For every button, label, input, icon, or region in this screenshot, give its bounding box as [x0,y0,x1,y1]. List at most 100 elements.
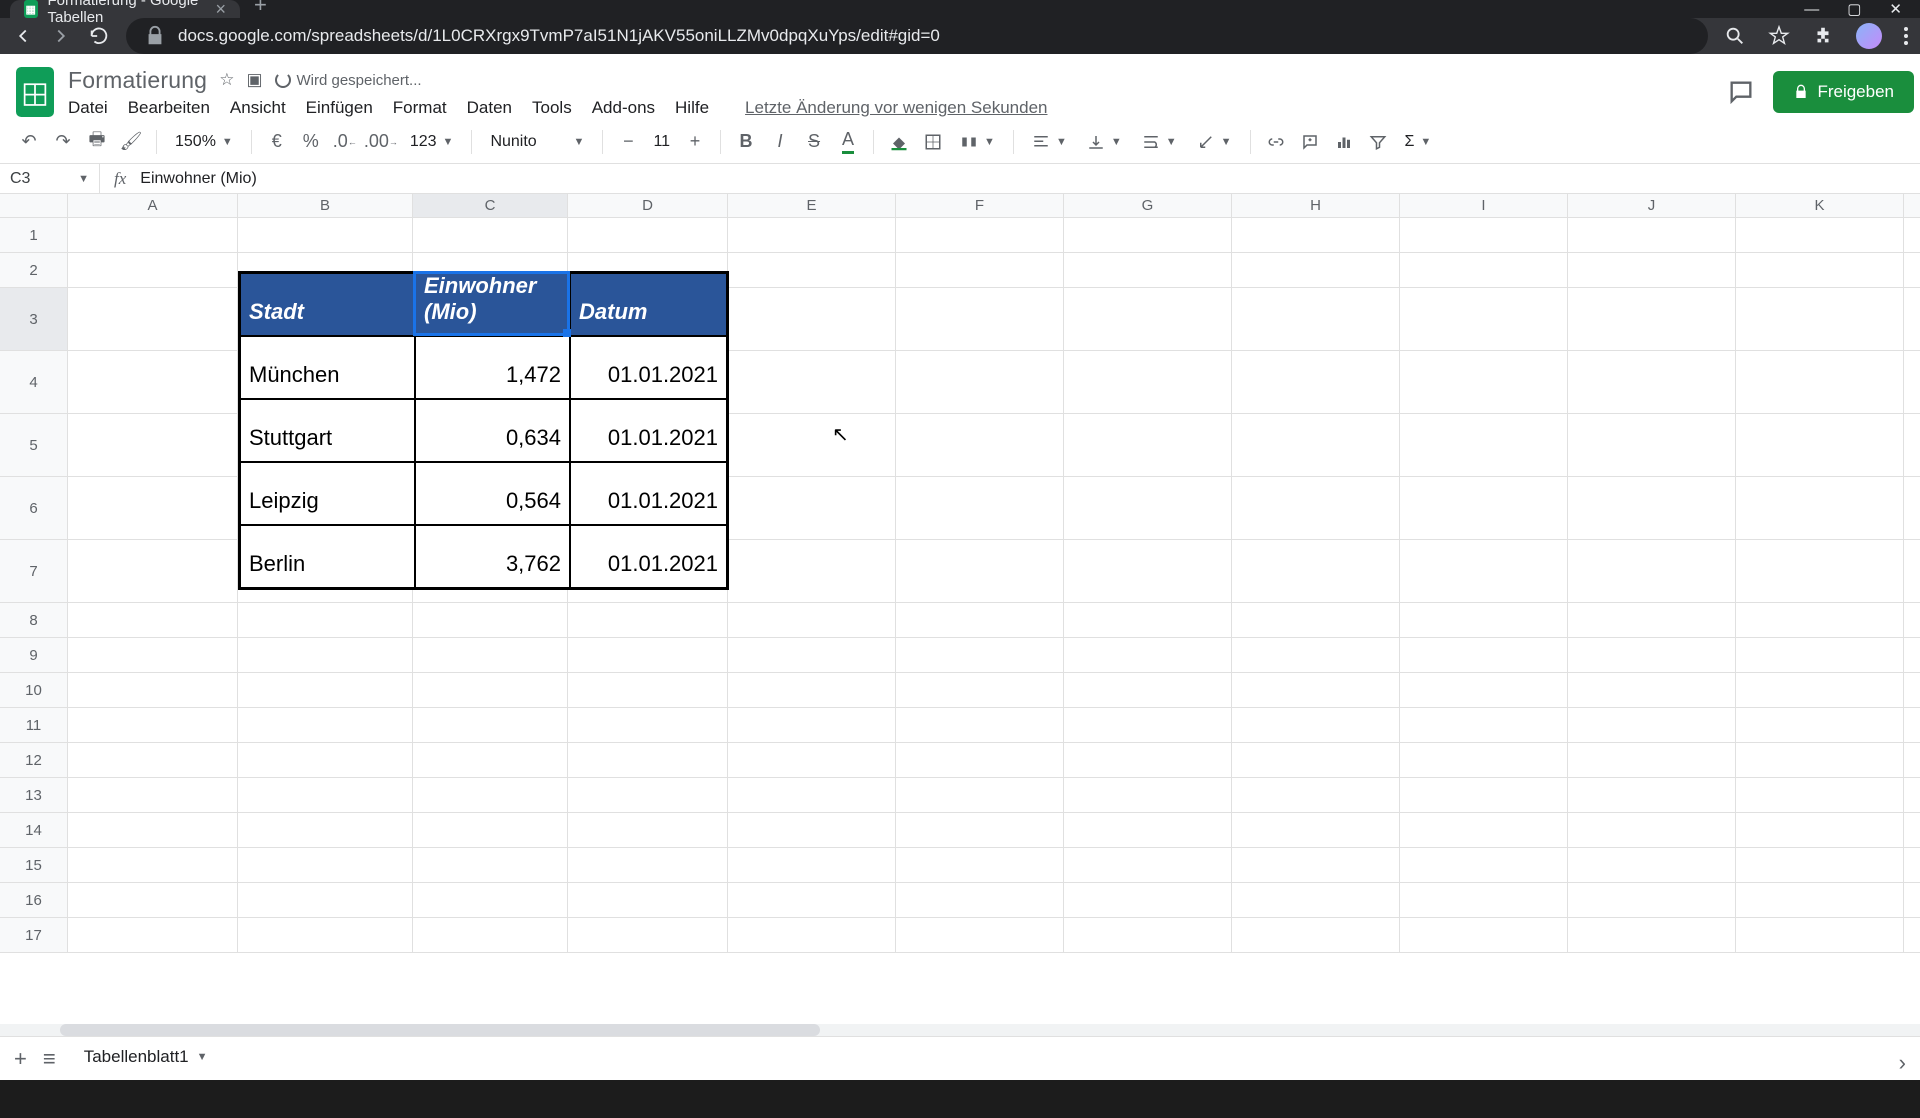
cell[interactable] [413,218,568,253]
menu-insert[interactable]: Einfügen [306,98,373,118]
cell[interactable] [1736,540,1904,603]
cell[interactable] [1232,778,1400,813]
td-city[interactable]: Stuttgart [240,399,415,462]
font-size-decrease[interactable]: − [613,127,643,157]
cell[interactable] [1064,288,1232,351]
increase-decimal-button[interactable]: .00→ [364,127,398,157]
cell[interactable] [1736,673,1904,708]
cell[interactable] [896,673,1064,708]
cell[interactable] [1400,918,1568,953]
td-date[interactable]: 01.01.2021 [570,462,727,525]
cell[interactable] [896,603,1064,638]
new-tab-button[interactable]: + [240,0,281,18]
cell[interactable] [1232,540,1400,603]
cell[interactable] [896,883,1064,918]
cell[interactable] [1400,848,1568,883]
row-header-14[interactable]: 14 [0,813,68,848]
cell[interactable] [68,477,238,540]
cell[interactable] [1736,813,1904,848]
comments-icon[interactable] [1727,78,1755,106]
halign-button[interactable]: ▼ [1024,133,1075,151]
comment-button[interactable] [1295,127,1325,157]
redo-button[interactable]: ↷ [48,127,78,157]
cell[interactable] [1568,673,1736,708]
bold-button[interactable]: B [731,127,761,157]
cell[interactable] [1064,351,1232,414]
zoom-select[interactable]: 150%▼ [167,133,241,151]
name-box[interactable]: C3▼ [0,164,100,193]
cell[interactable] [413,743,568,778]
cell[interactable] [1736,848,1904,883]
cell[interactable] [568,603,728,638]
cell[interactable] [68,603,238,638]
column-header-I[interactable]: I [1400,194,1568,218]
functions-button[interactable]: Σ▼ [1397,133,1440,151]
cell[interactable] [1400,883,1568,918]
row-header-5[interactable]: 5 [0,414,68,477]
cell[interactable] [1400,778,1568,813]
td-date[interactable]: 01.01.2021 [570,525,727,588]
browser-tab[interactable]: ▦ Formatierung - Google Tabellen × [10,0,240,18]
rotate-button[interactable]: ▼ [1189,133,1240,151]
menu-format[interactable]: Format [393,98,447,118]
cell[interactable] [1568,218,1736,253]
cell[interactable] [413,638,568,673]
cell[interactable] [1064,778,1232,813]
row-header-9[interactable]: 9 [0,638,68,673]
cell[interactable] [568,883,728,918]
row-header-12[interactable]: 12 [0,743,68,778]
cell[interactable] [1400,288,1568,351]
cell[interactable] [896,477,1064,540]
cell[interactable] [896,778,1064,813]
column-header-B[interactable]: B [238,194,413,218]
cell[interactable] [728,883,896,918]
cell[interactable] [896,813,1064,848]
cell[interactable] [1232,708,1400,743]
cell[interactable] [1400,540,1568,603]
cell[interactable] [1064,848,1232,883]
cell[interactable] [1064,883,1232,918]
cell[interactable] [1232,743,1400,778]
cell[interactable] [568,638,728,673]
cell[interactable] [1736,477,1904,540]
cell[interactable] [238,218,413,253]
all-sheets-button[interactable]: ≡ [43,1046,56,1072]
star-doc-icon[interactable]: ☆ [219,70,234,90]
fill-color-button[interactable] [884,127,914,157]
cell[interactable] [896,540,1064,603]
menu-data[interactable]: Daten [467,98,512,118]
cell[interactable] [1736,708,1904,743]
cell[interactable] [1736,351,1904,414]
close-tab-icon[interactable]: × [215,0,226,20]
column-header-G[interactable]: G [1064,194,1232,218]
back-button[interactable] [12,25,34,47]
cell[interactable] [238,848,413,883]
cell[interactable] [1904,638,1920,673]
font-size-value[interactable]: 11 [647,133,676,151]
sheets-logo[interactable] [14,64,56,120]
cell[interactable] [238,743,413,778]
cell[interactable] [1400,708,1568,743]
cell[interactable] [728,848,896,883]
cell[interactable] [1736,288,1904,351]
cell[interactable] [1064,253,1232,288]
cell[interactable] [896,638,1064,673]
column-header-J[interactable]: J [1568,194,1736,218]
th-date[interactable]: Datum [570,273,727,336]
cell[interactable] [68,778,238,813]
cell[interactable] [728,540,896,603]
cell[interactable] [1400,813,1568,848]
valign-button[interactable]: ▼ [1079,133,1130,151]
cell[interactable] [728,708,896,743]
td-pop[interactable]: 0,564 [415,462,570,525]
currency-button[interactable]: € [262,127,292,157]
cell[interactable] [1904,477,1920,540]
row-header-17[interactable]: 17 [0,918,68,953]
cell[interactable] [1904,673,1920,708]
cell[interactable] [413,848,568,883]
row-header-8[interactable]: 8 [0,603,68,638]
zoom-icon[interactable] [1724,25,1746,47]
cell[interactable] [896,743,1064,778]
cell[interactable] [1568,813,1736,848]
cell[interactable] [1568,253,1736,288]
